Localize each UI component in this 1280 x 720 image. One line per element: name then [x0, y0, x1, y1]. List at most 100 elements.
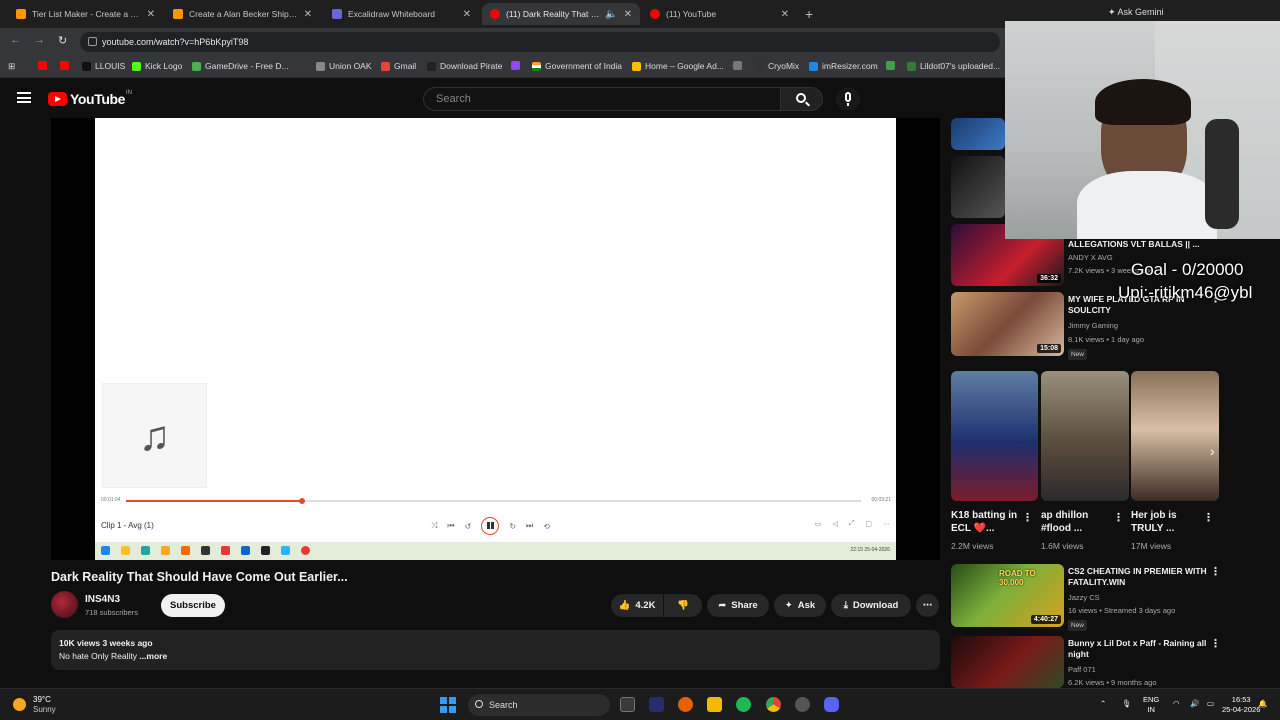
forward-icon[interactable]: ↻ [509, 522, 516, 531]
subscribe-button[interactable]: Subscribe [161, 594, 225, 617]
battery-icon[interactable]: ▭ [1207, 699, 1214, 709]
bookmark-youtube-1[interactable] [38, 61, 51, 70]
recommendation-thumbnail[interactable] [951, 636, 1064, 688]
new-tab-icon[interactable]: + [805, 6, 813, 22]
search-input[interactable]: Search [423, 87, 781, 111]
close-tab-icon[interactable]: ✕ [781, 9, 789, 20]
back-icon[interactable]: ← [10, 34, 21, 46]
close-tab-icon[interactable]: ✕ [463, 9, 471, 20]
more-icon[interactable]: ⋯ [883, 520, 890, 528]
expand-icon[interactable]: ⤢ [849, 520, 855, 528]
task-view-icon[interactable] [620, 697, 635, 712]
wifi-icon[interactable]: ◠ [1173, 699, 1180, 709]
url-field[interactable]: youtube.com/watch?v=hP6bKpyiT98 [80, 32, 1000, 52]
search-button[interactable] [781, 87, 823, 111]
more-vertical-icon[interactable]: ⋮ [1203, 511, 1214, 524]
bookmark-union-oak[interactable]: Union OAK [316, 61, 372, 71]
bookmark-ship[interactable] [733, 61, 746, 70]
discord-icon[interactable] [824, 697, 839, 712]
like-button[interactable]: 👍 4.2K [611, 594, 663, 617]
recommendation-title[interactable]: ALLEGATIONS VLT BALLAS || ... [1068, 239, 1208, 250]
description-box[interactable]: 10K views 3 weeks ago No hate Only Reali… [51, 630, 940, 670]
bookmark-imresizer[interactable]: imResizer.com [809, 61, 878, 71]
reload-icon[interactable]: ↻ [58, 34, 67, 47]
close-tab-icon[interactable]: ✕ [147, 9, 155, 20]
short-thumbnail[interactable] [1041, 371, 1129, 501]
youtube-logo[interactable]: YouTube IN [48, 90, 132, 107]
skip-forward-icon[interactable]: ⏭ [526, 521, 533, 531]
system-clock[interactable]: 16:53 25-04-2026 [1222, 695, 1260, 715]
premiere-pro-icon[interactable] [649, 697, 664, 712]
bookmark-twitch[interactable] [511, 61, 524, 70]
close-tab-icon[interactable]: ✕ [304, 9, 312, 20]
ask-button[interactable]: ✦ Ask [774, 594, 826, 617]
editor-timeline[interactable]: 00:01:04 00:03:21 [101, 496, 891, 506]
tab-alan-becker-tier[interactable]: Create a Alan Becker Ships Tier ✕ [165, 3, 320, 25]
apps-icon[interactable]: ⊞ [8, 61, 15, 72]
captions-icon[interactable]: ▭ [815, 520, 822, 528]
bookmark-government-of-india[interactable]: Government of India [532, 61, 622, 71]
bookmark-cryomix[interactable]: CryoMix [755, 61, 799, 71]
recommendation-thumbnail[interactable] [951, 118, 1005, 150]
voice-search-button[interactable] [836, 87, 860, 111]
recommendation-title[interactable]: CS2 CHEATING IN PREMIER WITH FATALITY.WI… [1068, 566, 1208, 588]
tab-youtube[interactable]: (11) YouTube ✕ [642, 3, 797, 25]
app-icon[interactable] [707, 697, 722, 712]
short-thumbnail[interactable] [951, 371, 1038, 501]
spotify-icon[interactable] [736, 697, 751, 712]
short-title[interactable]: K18 batting in ECL ❤️... [951, 509, 1023, 535]
skip-back-icon[interactable]: ⏮ [447, 521, 454, 531]
window-icon[interactable]: ▢ [865, 520, 872, 528]
volume-icon[interactable]: 🔊 [1190, 699, 1199, 709]
speaker-icon[interactable]: 🔈 [605, 9, 617, 20]
forward-icon[interactable]: → [34, 34, 45, 46]
volume-icon[interactable]: ◁ [832, 520, 837, 528]
tab-excalidraw[interactable]: Excalidraw Whiteboard ✕ [324, 3, 479, 25]
chevron-up-icon[interactable]: ⌃ [1100, 699, 1106, 709]
chrome-icon[interactable] [766, 697, 781, 712]
rewind-icon[interactable]: ↺ [465, 522, 472, 531]
more-vertical-icon[interactable]: ⋮ [1210, 637, 1221, 650]
progress-track[interactable] [126, 498, 861, 504]
recommendation-thumbnail[interactable]: ROAD TO 30,000 4:40:27 [951, 564, 1064, 627]
recommendation-thumbnail[interactable] [951, 156, 1005, 218]
tab-dark-reality[interactable]: (11) Dark Reality That Shoul 🔈 ✕ [482, 3, 640, 25]
bookmark-gmail[interactable]: Gmail [381, 61, 416, 71]
microphone-icon[interactable]: 🎙 [1122, 699, 1132, 709]
bookmark-youtube-2[interactable] [60, 61, 73, 70]
recommendation-title[interactable]: Bunny x Lil Dot x Paff - Raining all nig… [1068, 638, 1208, 660]
progress-handle[interactable] [299, 498, 306, 504]
sun-icon[interactable] [13, 698, 26, 711]
share-button[interactable]: ➦ Share [707, 594, 769, 617]
more-actions-button[interactable]: ⋯ [916, 594, 939, 617]
ask-gemini-button[interactable]: ✦ Ask Gemini [1108, 7, 1164, 18]
shuffle-icon[interactable]: ⤨ [431, 521, 437, 531]
more-link[interactable]: ...more [139, 651, 167, 661]
close-tab-icon[interactable]: ✕ [624, 9, 632, 20]
bookmark-lildot07[interactable]: Lildot07's uploaded... [907, 61, 1000, 71]
short-thumbnail[interactable] [1131, 371, 1219, 501]
video-frame[interactable]: ♫ 00:01:04 00:03:21 Clip 1 - Avg (1) ⤨ ⏮… [95, 118, 896, 560]
more-vertical-icon[interactable]: ⋮ [1210, 565, 1221, 578]
more-vertical-icon[interactable]: ⋮ [1113, 511, 1124, 524]
channel-name[interactable]: INS4N3 [85, 594, 120, 605]
download-button[interactable]: ⤓ Download [831, 594, 911, 617]
app-icon[interactable] [795, 697, 810, 712]
firefox-icon[interactable] [678, 697, 693, 712]
pause-button[interactable] [481, 517, 500, 535]
start-button[interactable] [440, 697, 456, 713]
bookmark-gamedrive[interactable]: GameDrive - Free D... [192, 61, 289, 71]
taskbar-search[interactable]: Search [468, 694, 610, 716]
more-vertical-icon[interactable]: ⋮ [1022, 511, 1033, 524]
chevron-right-icon[interactable]: › [1210, 443, 1215, 459]
channel-avatar[interactable] [51, 591, 78, 618]
recommendation-thumbnail[interactable]: 15:08 [951, 292, 1064, 356]
dislike-button[interactable]: 👎 [664, 594, 702, 617]
short-title[interactable]: ap dhillon #flood ... [1041, 509, 1113, 535]
short-title[interactable]: Her job is TRULY ... [1131, 509, 1203, 535]
tab-tier-list-maker[interactable]: Tier List Maker - Create a Tier L ✕ [8, 3, 163, 25]
bookmark-llouis[interactable]: LLOUIS [82, 61, 125, 71]
loop-icon[interactable]: ⟲ [543, 522, 550, 531]
site-info-icon[interactable] [88, 37, 97, 46]
language-indicator[interactable]: ENG IN [1143, 695, 1159, 715]
